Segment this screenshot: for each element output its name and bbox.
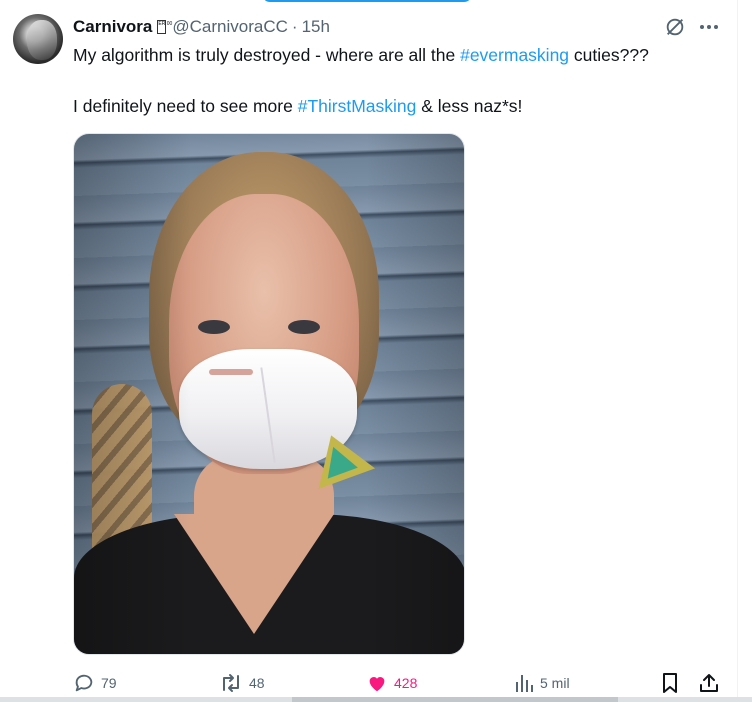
text-segment: My algorithm is truly destroyed - where … bbox=[73, 45, 461, 65]
tweet-text-line-2: I definitely need to see more #ThirstMas… bbox=[73, 95, 522, 117]
views-icon bbox=[516, 675, 533, 692]
new-posts-indicator[interactable] bbox=[262, 0, 472, 2]
separator-dot: · bbox=[291, 17, 298, 36]
share-icon bbox=[700, 674, 718, 692]
avatar[interactable] bbox=[13, 14, 63, 64]
tweet-actions: 79 48 428 5 mil bbox=[0, 672, 752, 700]
more-icon[interactable] bbox=[697, 16, 721, 38]
like-button[interactable]: 428 bbox=[366, 672, 417, 694]
horizontal-scrollbar[interactable] bbox=[0, 697, 752, 702]
tweet-time[interactable]: 15h bbox=[302, 17, 330, 37]
grok-icon[interactable] bbox=[664, 16, 686, 38]
repost-count: 48 bbox=[249, 675, 265, 691]
scrollbar-thumb[interactable] bbox=[292, 697, 618, 702]
heart-icon bbox=[369, 677, 385, 692]
reply-icon bbox=[75, 674, 93, 692]
views-button[interactable]: 5 mil bbox=[514, 672, 570, 694]
share-button[interactable] bbox=[698, 672, 720, 694]
like-count: 428 bbox=[394, 675, 418, 691]
bookmark-icon bbox=[663, 673, 677, 693]
hashtag-evermasking[interactable]: #evermasking bbox=[460, 45, 569, 65]
repost-button[interactable]: 48 bbox=[219, 672, 265, 694]
text-segment: & less naz*s! bbox=[416, 96, 523, 116]
reply-count: 79 bbox=[101, 675, 117, 691]
tweet-photo[interactable] bbox=[73, 133, 465, 655]
text-segment: I definitely need to see more bbox=[73, 96, 298, 116]
repost-icon bbox=[223, 674, 239, 692]
text-segment: cuties??? bbox=[569, 45, 649, 65]
tweet-header: Carnivora ER 00 @CarnivoraCC · 15h bbox=[73, 16, 330, 38]
author-badge: ER 00 bbox=[157, 20, 172, 34]
reply-button[interactable]: 79 bbox=[73, 672, 117, 694]
column-divider bbox=[737, 0, 738, 702]
bookmark-button[interactable] bbox=[660, 672, 680, 694]
author-handle[interactable]: @CarnivoraCC bbox=[172, 17, 288, 37]
tweet-text-line-1: My algorithm is truly destroyed - where … bbox=[73, 44, 649, 66]
views-count: 5 mil bbox=[540, 675, 570, 691]
author-name[interactable]: Carnivora bbox=[73, 17, 152, 37]
hashtag-thirstmasking[interactable]: #ThirstMasking bbox=[298, 96, 417, 116]
